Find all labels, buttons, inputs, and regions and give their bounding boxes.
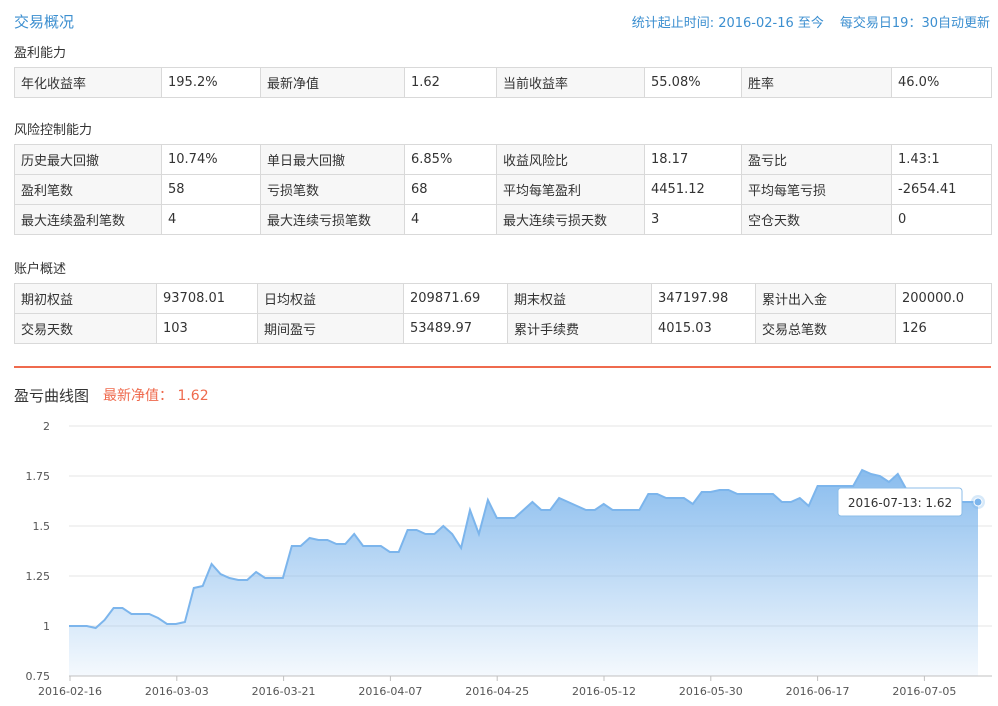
table-row: 交易天数 103 期间盈亏 53489.97 累计手续费 4015.03 交易总笔数 126: [14, 313, 992, 344]
stats-period: 统计起止时间: 2016-02-16 至今: [631, 16, 824, 31]
metric-value: 4: [161, 204, 261, 235]
table-row: 盈利笔数 58 亏损笔数 68 平均每笔盈利 4451.12 平均每笔亏损 -2654.41: [14, 174, 992, 205]
metric-label: 最新净值: [260, 67, 405, 98]
x-tick-label: 2016-04-07: [358, 685, 422, 698]
x-tick-label: 2016-03-03: [145, 685, 209, 698]
metric-value: 18.17: [644, 144, 742, 175]
metric-label: 期末权益: [507, 283, 652, 314]
metric-value: 4: [404, 204, 497, 235]
metric-label: 期初权益: [14, 283, 157, 314]
x-tick-label: 2016-02-16: [38, 685, 102, 698]
x-tick-label: 2016-05-30: [679, 685, 743, 698]
metric-value: 4015.03: [651, 313, 756, 344]
x-tick-label: 2016-05-12: [572, 685, 636, 698]
metric-value: 200000.0: [895, 283, 992, 314]
x-axis: 2016-02-16 2016-03-03 2016-03-21 2016-04-07…: [38, 675, 992, 698]
metric-label: 累计手续费: [507, 313, 652, 344]
metric-label: 单日最大回撤: [260, 144, 405, 175]
metric-label: 盈利笔数: [14, 174, 162, 205]
metric-label: 最大连续亏损笔数: [260, 204, 405, 235]
risk-section-title: 风险控制能力: [14, 123, 93, 138]
metric-value: 103: [156, 313, 258, 344]
metric-value: 347197.98: [651, 283, 756, 314]
metric-label: 日均权益: [257, 283, 404, 314]
y-tick-label: 0.75: [26, 670, 51, 683]
metric-value: -2654.41: [891, 174, 992, 205]
profit-table: 年化收益率 195.2% 最新净值 1.62 当前收益率 55.08% 胜率 46.0%: [14, 67, 992, 98]
metric-label: 历史最大回撤: [14, 144, 162, 175]
metric-label: 收益风险比: [496, 144, 645, 175]
metric-label: 累计出入金: [755, 283, 896, 314]
metric-value: 4451.12: [644, 174, 742, 205]
profit-section-title: 盈利能力: [14, 46, 67, 61]
section-divider: [14, 366, 991, 368]
chart-title: 盈亏曲线图: [14, 387, 90, 405]
x-tick-label: 2016-07-05: [892, 685, 956, 698]
metric-value: 6.85%: [404, 144, 497, 175]
x-tick-label: 2016-06-17: [786, 685, 850, 698]
y-tick-label: 1: [43, 620, 50, 633]
metric-value: 58: [161, 174, 261, 205]
y-tick-label: 1.75: [26, 470, 51, 483]
metric-value: 126: [895, 313, 992, 344]
metric-value: 195.2%: [161, 67, 261, 98]
x-tick-label: 2016-03-21: [252, 685, 316, 698]
x-tick-label: 2016-04-25: [465, 685, 529, 698]
metric-label: 盈亏比: [741, 144, 892, 175]
table-row: 历史最大回撤 10.74% 单日最大回撤 6.85% 收益风险比 18.17 盈亏比 1.43…: [14, 144, 992, 175]
metric-label: 年化收益率: [14, 67, 162, 98]
metric-value: 0: [891, 204, 992, 235]
y-tick-label: 1.5: [33, 520, 51, 533]
account-table-body: 期初权益 93708.01 日均权益 209871.69 期末权益 347197.98 累计…: [14, 283, 992, 344]
metric-value: 46.0%: [891, 67, 992, 98]
overview-title[interactable]: 交易概况: [14, 11, 74, 32]
metric-label: 最大连续盈利笔数: [14, 204, 162, 235]
metric-value: 53489.97: [403, 313, 508, 344]
metric-label: 平均每笔盈利: [496, 174, 645, 205]
metric-value: 93708.01: [156, 283, 258, 314]
metric-value: 55.08%: [644, 67, 742, 98]
metric-label: 交易天数: [14, 313, 157, 344]
y-tick-label: 1.25: [26, 570, 51, 583]
y-axis: 0.75 1 1.25 1.5 1.75 2: [26, 420, 51, 683]
metric-label: 胜率: [741, 67, 892, 98]
y-tick-label: 2: [43, 420, 50, 433]
account-table: 期初权益 93708.01 日均权益 209871.69 期末权益 347197.98 累计…: [14, 283, 992, 344]
metric-label: 最大连续亏损天数: [496, 204, 645, 235]
account-section-title: 账户概述: [14, 262, 67, 277]
risk-table: 历史最大回撤 10.74% 单日最大回撤 6.85% 收益风险比 18.17 盈亏比 1.43…: [14, 144, 992, 235]
table-row: 期初权益 93708.01 日均权益 209871.69 期末权益 347197.98 累计…: [14, 283, 992, 314]
metric-value: 1.43:1: [891, 144, 992, 175]
metric-value: 10.74%: [161, 144, 261, 175]
metric-value: 209871.69: [403, 283, 508, 314]
table-row: 年化收益率 195.2% 最新净值 1.62 当前收益率 55.08% 胜率 46.0%: [14, 67, 992, 98]
metric-value: 1.62: [404, 67, 497, 98]
metric-label: 平均每笔亏损: [741, 174, 892, 205]
pnl-curve-chart[interactable]: 0.7511.251.51.752 2016-02-16 2016-03-03 20…: [0, 410, 998, 706]
tooltip-text: 2016-07-13: 1.62: [848, 496, 952, 510]
update-note: 每交易日19：30自动更新: [839, 16, 990, 31]
metric-label: 期间盈亏: [257, 313, 404, 344]
metric-label: 交易总笔数: [755, 313, 896, 344]
risk-table-body: 历史最大回撤 10.74% 单日最大回撤 6.85% 收益风险比 18.17 盈亏比 1.43…: [14, 144, 992, 235]
latest-nav-label: 最新净值： 1.62: [103, 388, 209, 404]
metric-value: 68: [404, 174, 497, 205]
metric-value: 3: [644, 204, 742, 235]
data-point[interactable]: [973, 497, 983, 507]
metric-label: 亏损笔数: [260, 174, 405, 205]
metric-label: 当前收益率: [496, 67, 645, 98]
table-row: 最大连续盈利笔数 4 最大连续亏损笔数 4 最大连续亏损天数 3 空仓天数 0: [14, 204, 992, 235]
profit-table-body: 年化收益率 195.2% 最新净值 1.62 当前收益率 55.08% 胜率 46.0%: [14, 67, 992, 98]
metric-label: 空仓天数: [741, 204, 892, 235]
header-info: 统计起止时间: 2016-02-16 至今 每交易日19：30自动更新: [632, 12, 990, 31]
